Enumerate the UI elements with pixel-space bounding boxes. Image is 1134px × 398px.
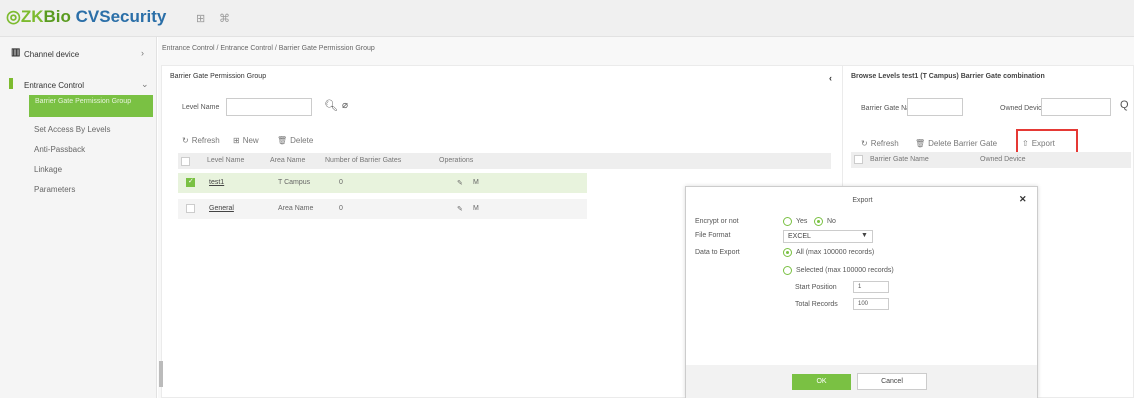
total-records-label: Total Records [795, 301, 838, 308]
grid-icon[interactable]: ⊞ [196, 12, 205, 25]
refresh-button[interactable]: ↻ Refresh [182, 136, 220, 145]
panel-title: Barrier Gate Permission Group [170, 73, 267, 80]
export-selected-label: Selected (max 100000 records) [796, 267, 894, 274]
gate-count-cell: 0 [339, 179, 343, 186]
export-dialog: Export ✕ Encrypt or not Yes No File Form… [685, 186, 1038, 398]
app-logo[interactable]: ◎ZKBio CVSecurity [6, 7, 166, 27]
trash-icon: 🗑︎ [915, 139, 926, 148]
column-header[interactable]: Operations [439, 157, 473, 164]
clear-icon[interactable]: ⌀ [342, 100, 348, 111]
owned-device-label: Owned Device [1000, 105, 1046, 112]
close-icon[interactable]: ✕ [1019, 194, 1027, 205]
entrance-icon [9, 78, 13, 89]
panel-title: Browse Levels test1 (T Campus) Barrier G… [851, 73, 1045, 80]
export-all-label: All (max 100000 records) [796, 249, 875, 256]
total-records-input[interactable]: 100 [853, 298, 889, 310]
table-row[interactable]: General Area Name 0 ✎ M [178, 199, 587, 219]
select-all-checkbox[interactable] [181, 157, 190, 166]
sidebar-item-set-access-by-levels[interactable]: Set Access By Levels [34, 125, 171, 134]
encrypt-no-radio[interactable] [814, 217, 823, 226]
manage-icon[interactable]: M [473, 179, 479, 186]
export-icon: ⇧ [1022, 139, 1029, 148]
sidebar-group-entrance-control[interactable]: Entrance Control ⌄ [0, 76, 157, 94]
data-to-export-label: Data to Export [695, 249, 740, 256]
new-icon: ⊞ [233, 136, 240, 145]
export-all-radio[interactable] [783, 248, 792, 257]
select-all-checkbox[interactable] [854, 155, 863, 164]
top-header: ◎ZKBio CVSecurity ⊞ ⌘ [0, 0, 1134, 37]
column-header[interactable]: Barrier Gate Name [870, 156, 929, 163]
dialog-title: Export [852, 197, 873, 204]
encrypt-no-label: No [827, 218, 836, 225]
trash-icon: 🗑︎ [277, 136, 288, 145]
device-icon: ▥ [11, 47, 21, 58]
expand-icon[interactable]: ⌘ [219, 12, 230, 25]
refresh-icon: ↻ [861, 139, 868, 148]
file-format-label: File Format [695, 232, 731, 239]
collapse-icon[interactable]: ‹ [829, 73, 832, 83]
breadcrumb: Entrance Control / Entrance Control / Ba… [162, 45, 375, 52]
chevron-right-icon: › [141, 48, 144, 58]
dropdown-arrow-icon: ▼ [861, 232, 868, 239]
column-header[interactable]: Level Name [207, 157, 244, 164]
chevron-down-icon: ⌄ [141, 79, 149, 89]
sidebar: ▥ Channel device › Entrance Control ⌄ Ba… [0, 37, 157, 398]
level-name-link[interactable]: General [209, 205, 234, 212]
start-position-label: Start Position [795, 284, 837, 291]
area-name-cell: Area Name [278, 205, 314, 212]
search-icon[interactable]: 🔍︎ [324, 99, 338, 112]
dialog-footer: OK Cancel [686, 365, 1037, 398]
manage-icon[interactable]: M [473, 205, 479, 212]
area-name-cell: T Campus [278, 179, 311, 186]
column-header[interactable]: Area Name [270, 157, 305, 164]
level-name-input[interactable] [226, 98, 312, 116]
sidebar-item-linkage[interactable]: Linkage [34, 165, 171, 174]
export-selected-radio[interactable] [783, 266, 792, 275]
encrypt-yes-radio[interactable] [783, 217, 792, 226]
sidebar-item-parameters[interactable]: Parameters [34, 185, 171, 194]
resize-handle[interactable] [159, 361, 163, 387]
refresh-icon: ↻ [182, 136, 189, 145]
level-name-label: Level Name [182, 104, 220, 111]
row-checkbox[interactable] [186, 204, 195, 213]
owned-device-input[interactable] [1041, 98, 1111, 116]
grid-header: Level Name Area Name Number of Barrier G… [178, 153, 831, 169]
column-header[interactable]: Owned Device [980, 156, 1026, 163]
logo-icon: ◎ [6, 7, 21, 26]
start-position-input[interactable]: 1 [853, 281, 889, 293]
sidebar-item-barrier-gate-permission-group[interactable]: Barrier Gate Permission Group [29, 95, 153, 117]
sidebar-group-channel-device[interactable]: ▥ Channel device › [0, 45, 157, 63]
cancel-button[interactable]: Cancel [857, 373, 927, 390]
edit-icon[interactable]: ✎ [457, 205, 463, 213]
export-button[interactable]: ⇧ Export [1022, 139, 1055, 148]
row-checkbox[interactable] [186, 177, 195, 187]
table-row[interactable]: test1 T Campus 0 ✎ M [178, 173, 587, 193]
encrypt-label: Encrypt or not [695, 218, 739, 225]
delete-button[interactable]: 🗑︎ Delete [277, 136, 313, 145]
level-name-link[interactable]: test1 [209, 179, 224, 186]
search-icon[interactable]: Q [1120, 99, 1129, 111]
sidebar-item-anti-passback[interactable]: Anti-Passback [34, 145, 171, 154]
grid-header: Barrier Gate Name Owned Device [851, 152, 1131, 168]
encrypt-yes-label: Yes [796, 218, 808, 225]
file-format-select[interactable]: EXCEL ▼ [783, 230, 873, 243]
ok-button[interactable]: OK [792, 374, 851, 390]
column-header[interactable]: Number of Barrier Gates [325, 157, 401, 164]
refresh-button[interactable]: ↻ Refresh [861, 139, 899, 148]
gate-count-cell: 0 [339, 205, 343, 212]
edit-icon[interactable]: ✎ [457, 179, 463, 187]
delete-barrier-gate-button[interactable]: 🗑︎ Delete Barrier Gate [915, 139, 997, 148]
gate-name-input[interactable] [907, 98, 963, 116]
new-button[interactable]: ⊞ New [233, 136, 259, 145]
